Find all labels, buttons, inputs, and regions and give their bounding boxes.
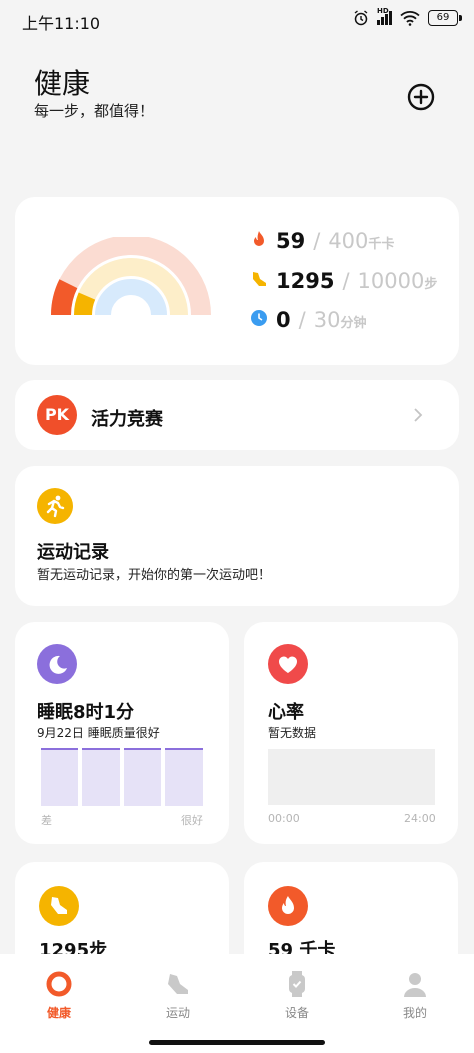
minutes-value: 0 bbox=[276, 308, 291, 332]
bottom-tab-bar: 健康 运动 设备 我的 bbox=[0, 954, 474, 1053]
minutes-unit: 分钟 bbox=[340, 316, 367, 331]
sleep-subtitle: 9月22日 睡眠质量很好 bbox=[37, 726, 160, 740]
clock-icon bbox=[251, 310, 267, 326]
heart-chart-placeholder bbox=[268, 749, 435, 805]
shoe-icon bbox=[39, 886, 79, 926]
heart-axis-right: 24:00 bbox=[404, 812, 436, 825]
sleep-bar bbox=[124, 748, 161, 806]
tab-exercise-label: 运动 bbox=[165, 1006, 190, 1020]
steps-goal: 10000 bbox=[357, 269, 425, 293]
exercise-record-card[interactable]: 运动记录 暂无运动记录，开始你的第一次运动吧！ bbox=[15, 466, 459, 606]
shoe-icon bbox=[253, 272, 266, 286]
steps-stat: 1295 / 10000 步 bbox=[250, 269, 437, 293]
minutes-stat: 0 / 30 分钟 bbox=[250, 308, 366, 332]
add-button[interactable] bbox=[406, 82, 436, 112]
tab-health-label: 健康 bbox=[46, 1006, 71, 1020]
signal-icon: HD bbox=[377, 7, 392, 25]
sleep-bar bbox=[82, 748, 120, 806]
tab-health[interactable]: 健康 bbox=[19, 970, 99, 1021]
tab-profile-label: 我的 bbox=[402, 1006, 427, 1020]
shoe-icon bbox=[168, 974, 188, 994]
alarm-icon bbox=[354, 10, 368, 26]
activity-rings bbox=[51, 237, 211, 316]
heart-rate-card[interactable]: 心率 暂无数据 00:00 24:00 bbox=[244, 622, 458, 844]
steps-ring bbox=[74, 292, 96, 316]
flame-icon bbox=[268, 886, 308, 926]
status-bar: 上午11:10 HD 69 bbox=[0, 0, 474, 40]
exercise-title: 运动记录 bbox=[37, 542, 109, 563]
sleep-title: 睡眠8时1分 bbox=[37, 702, 135, 723]
tab-device-label: 设备 bbox=[284, 1006, 309, 1020]
hd-label: HD bbox=[377, 7, 389, 15]
flame-icon bbox=[254, 231, 264, 246]
calories-unit: 千卡 bbox=[368, 237, 395, 252]
tab-profile[interactable]: 我的 bbox=[375, 970, 455, 1021]
status-time: 上午11:10 bbox=[22, 14, 101, 33]
calories-goal: 400 bbox=[328, 229, 369, 253]
heart-icon bbox=[268, 644, 308, 684]
tab-device[interactable]: 设备 bbox=[257, 970, 337, 1021]
calories-separator: / bbox=[313, 229, 321, 253]
steps-value: 1295 bbox=[276, 269, 335, 293]
sleep-bar bbox=[41, 748, 78, 806]
battery-indicator: 69 bbox=[428, 10, 462, 26]
wifi-icon bbox=[400, 11, 420, 26]
sleep-axis-left: 差 bbox=[41, 814, 52, 827]
page-title: 健康 bbox=[34, 67, 91, 100]
tab-exercise[interactable]: 运动 bbox=[138, 970, 218, 1021]
minutes-goal: 30 bbox=[313, 308, 341, 332]
sleep-card[interactable]: 睡眠8时1分 9月22日 睡眠质量很好 差 很好 bbox=[15, 622, 229, 844]
page-subtitle: 每一步，都值得！ bbox=[34, 102, 155, 120]
pk-badge: PK bbox=[37, 395, 77, 435]
steps-unit: 步 bbox=[424, 277, 438, 292]
watch-icon bbox=[289, 971, 305, 997]
heart-title: 心率 bbox=[268, 702, 304, 723]
exercise-subtitle: 暂无运动记录，开始你的第一次运动吧！ bbox=[37, 568, 272, 583]
calories-ring bbox=[51, 279, 78, 316]
heart-subtitle: 暂无数据 bbox=[268, 726, 317, 740]
minutes-separator: / bbox=[298, 308, 306, 332]
heart-axis-left: 00:00 bbox=[268, 812, 300, 825]
status-icons: HD 69 bbox=[353, 7, 462, 26]
activity-summary-card[interactable]: 59 / 400 千卡 1295 / 10000 步 0 / 30 分钟 bbox=[15, 197, 459, 365]
running-icon bbox=[37, 488, 73, 524]
moon-icon bbox=[37, 644, 77, 684]
pk-label: 活力竞赛 bbox=[91, 409, 163, 430]
health-ring-icon bbox=[46, 971, 72, 997]
calories-stat: 59 / 400 千卡 bbox=[250, 229, 394, 253]
sleep-bar bbox=[165, 748, 203, 806]
pk-challenge-card[interactable]: PK 活力竞赛 bbox=[15, 380, 459, 450]
chevron-right-icon bbox=[414, 408, 423, 422]
person-icon bbox=[404, 973, 426, 997]
calories-value: 59 bbox=[276, 229, 306, 253]
sleep-axis-right: 很好 bbox=[181, 814, 203, 827]
home-indicator bbox=[149, 1040, 325, 1045]
steps-separator: / bbox=[342, 269, 350, 293]
